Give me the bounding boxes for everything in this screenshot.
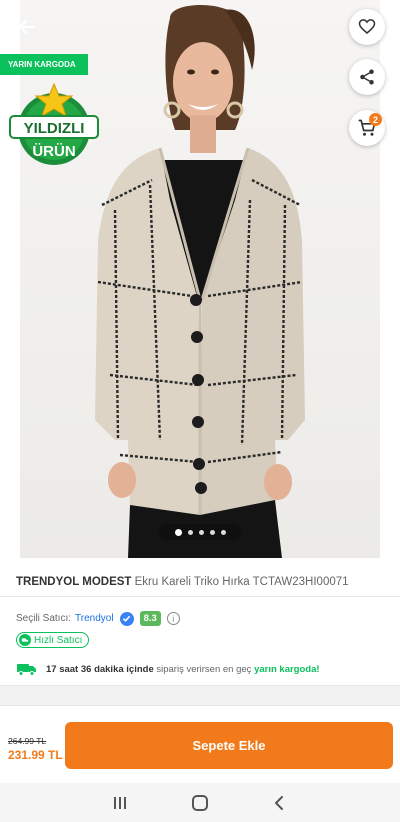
product-name: Ekru Kareli Triko Hırka TCTAW23HI00071 <box>134 576 349 588</box>
add-to-cart-button[interactable]: Sepete Ekle <box>65 722 393 769</box>
verified-check-icon <box>119 611 134 626</box>
share-icon <box>360 69 374 85</box>
back-nav-icon[interactable] <box>271 794 289 812</box>
carousel-dot[interactable] <box>174 528 182 536</box>
cargo-info: 17 saat 36 dakika içinde sipariş verirse… <box>16 662 320 676</box>
current-price: 231.99 TL <box>8 748 63 762</box>
buy-bar: 264.99 TL 231.99 TL Sepete Ekle <box>0 705 400 783</box>
carousel-dot[interactable] <box>209 529 215 535</box>
seller-name-link[interactable]: Trendyol <box>75 613 114 624</box>
seller-row: Seçili Satıcı: Trendyol 8.3 i <box>16 611 180 626</box>
product-info-card: TRENDYOL MODEST Ekru Kareli Triko Hırka … <box>0 558 400 686</box>
cargo-text: sipariş verirsen en geç <box>156 663 252 675</box>
product-image-carousel[interactable]: 2 YARIN KARGODA YILDIZLI ÜRÜN <box>0 0 400 558</box>
cart-count-badge: 2 <box>369 113 382 126</box>
delivery-tag: YARIN KARGODA <box>0 54 88 75</box>
divider <box>0 596 400 597</box>
heart-icon <box>358 19 376 34</box>
system-navigation-bar <box>0 783 400 822</box>
cargo-time: 17 saat 36 dakika içinde <box>46 663 154 675</box>
star-badge-line1: YILDIZLI <box>24 120 85 137</box>
star-product-badge: YILDIZLI ÜRÜN <box>9 82 99 165</box>
star-badge-line2: ÜRÜN <box>32 143 75 160</box>
info-icon[interactable]: i <box>166 612 180 625</box>
carousel-dot[interactable] <box>187 529 193 535</box>
product-detail-screen: 2 YARIN KARGODA YILDIZLI ÜRÜN TRENDYOL M… <box>0 0 400 822</box>
cargo-highlight: yarın kargoda! <box>254 663 320 675</box>
favorite-button[interactable] <box>349 9 385 45</box>
product-title: TRENDYOL MODEST Ekru Kareli Triko Hırka … <box>16 576 349 588</box>
delivery-truck-icon <box>17 664 36 676</box>
home-icon[interactable] <box>191 794 209 812</box>
truck-icon <box>19 634 31 646</box>
product-brand[interactable]: TRENDYOL MODEST <box>16 576 131 588</box>
old-price: 264.99 TL <box>8 736 47 746</box>
seller-score-badge: 8.3 <box>139 611 161 626</box>
carousel-dot[interactable] <box>220 529 226 535</box>
fast-seller-badge: Hızlı Satıcı <box>16 632 90 648</box>
share-button[interactable] <box>349 59 385 95</box>
recent-apps-icon[interactable] <box>111 794 129 812</box>
cart-button[interactable]: 2 <box>349 110 385 146</box>
carousel-indicator[interactable] <box>159 524 241 540</box>
carousel-dot[interactable] <box>198 529 204 535</box>
seller-label: Seçili Satıcı: <box>16 613 72 624</box>
back-button[interactable] <box>12 12 42 42</box>
fast-seller-label: Hızlı Satıcı <box>34 634 83 646</box>
arrow-left-icon <box>19 20 35 34</box>
